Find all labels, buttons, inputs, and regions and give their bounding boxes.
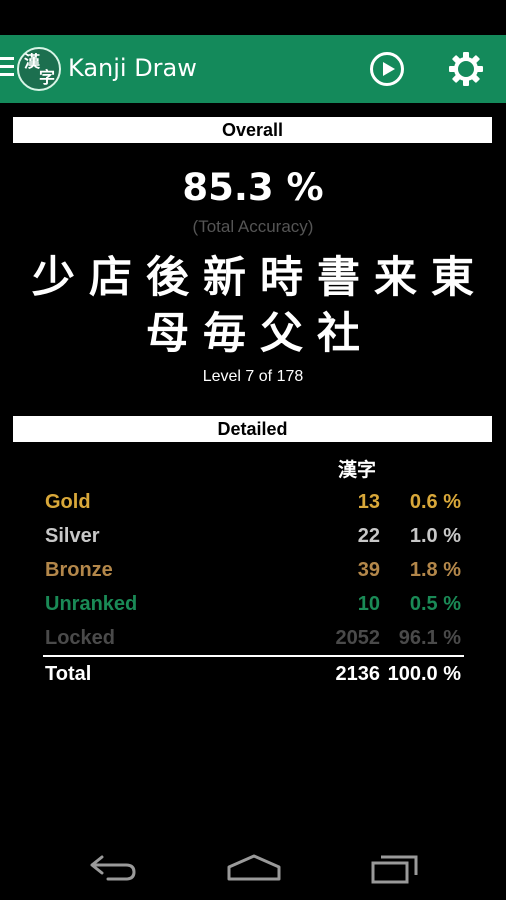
row-count: 10 [357, 593, 380, 615]
row-count: 2052 [335, 627, 381, 649]
back-icon[interactable] [88, 853, 138, 883]
stats-row-locked: Locked 2052 96.1 % [45, 627, 465, 655]
home-icon[interactable] [226, 853, 282, 883]
stats-row-total: Total 2136 100.0 % [45, 663, 465, 691]
row-label: Gold [45, 491, 91, 513]
stats-row-silver: Silver 22 1.0 % [45, 525, 465, 553]
app-logo[interactable]: 漢 字 [17, 47, 61, 91]
row-count: 2136 [335, 663, 381, 685]
level-kanji-line-2[interactable]: 母毎父社 [0, 308, 506, 360]
app-logo-char-1: 漢 [24, 52, 41, 71]
row-percent: 100.0 % [387, 663, 461, 685]
status-bar [0, 0, 506, 35]
stats-row-gold: Gold 13 0.6 % [45, 491, 465, 519]
recents-icon[interactable] [370, 853, 420, 885]
row-count: 22 [357, 525, 380, 547]
row-count: 13 [357, 491, 380, 513]
row-label: Silver [45, 525, 100, 547]
kanji-column-header: 漢字 [338, 459, 377, 481]
row-count: 39 [357, 559, 380, 581]
app-bar: 漢 字 Kanji Draw [0, 35, 506, 103]
row-percent: 96.1 % [398, 627, 461, 649]
level-indicator: Level 7 of 178 [202, 368, 304, 385]
total-accuracy-value: 85.3 % [182, 166, 324, 209]
total-divider [43, 655, 464, 657]
row-percent: 1.0 % [409, 525, 461, 547]
overall-header: Overall [13, 117, 492, 143]
total-accuracy-caption: (Total Accuracy) [192, 217, 314, 236]
gear-icon[interactable] [448, 51, 484, 87]
row-label: Locked [45, 627, 116, 649]
row-label: Total [45, 663, 92, 685]
detailed-header: Detailed [13, 416, 492, 442]
row-percent: 0.6 % [409, 491, 461, 513]
row-percent: 0.5 % [409, 593, 461, 615]
stats-row-unranked: Unranked 10 0.5 % [45, 593, 465, 621]
app-logo-char-2: 字 [39, 68, 56, 87]
stats-row-bronze: Bronze 39 1.8 % [45, 559, 465, 587]
row-percent: 1.8 % [409, 559, 461, 581]
app-title: Kanji Draw [68, 54, 197, 82]
play-icon[interactable] [370, 52, 404, 86]
row-label: Bronze [45, 559, 113, 581]
row-label: Unranked [45, 593, 138, 615]
level-kanji-line-1[interactable]: 少店後新時書来東 [0, 252, 506, 304]
menu-icon[interactable] [0, 57, 14, 79]
